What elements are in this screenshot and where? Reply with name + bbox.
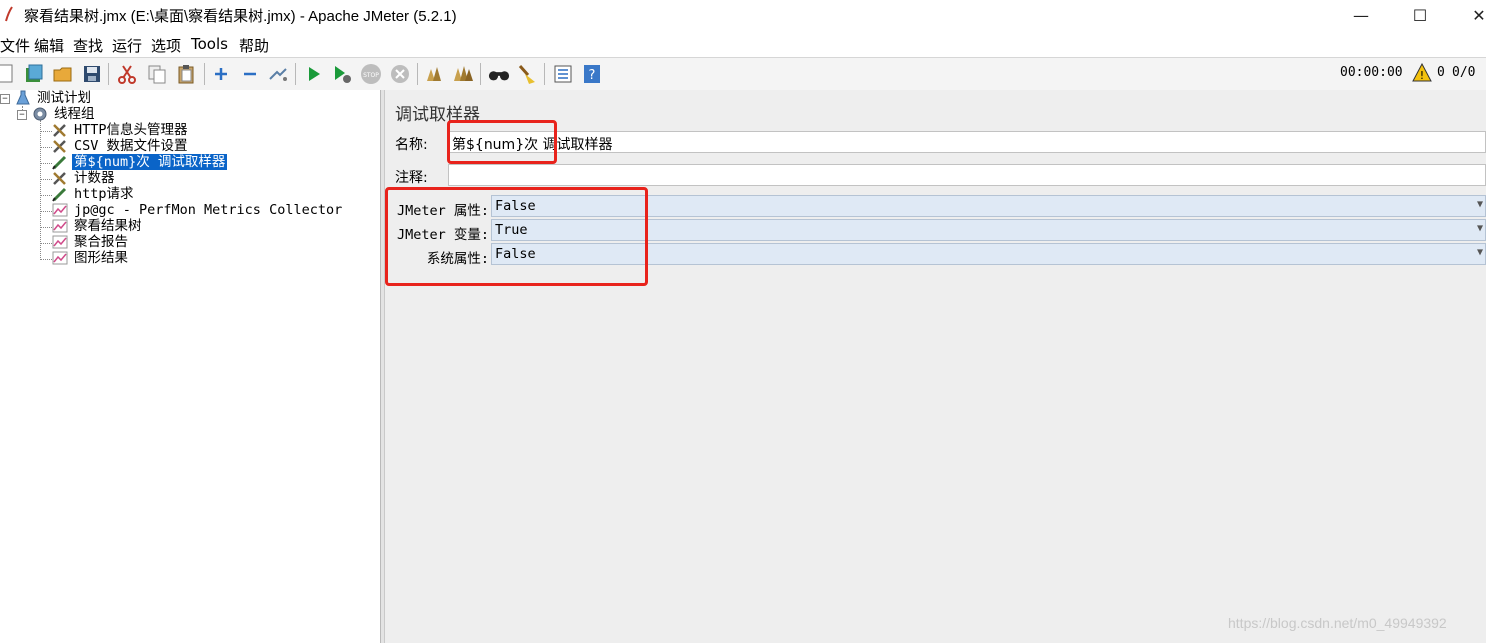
paste-icon[interactable] bbox=[175, 63, 197, 85]
copy-icon[interactable] bbox=[146, 63, 168, 85]
tree-collapse-toggle[interactable]: − bbox=[0, 94, 10, 104]
listener-graph-icon bbox=[51, 218, 69, 234]
menu-help[interactable]: 帮助 bbox=[239, 35, 269, 56]
maximize-button[interactable]: ☐ bbox=[1397, 0, 1443, 30]
warning-icon[interactable]: ! bbox=[1412, 63, 1432, 83]
menu-bar: 文件 编辑 查找 运行 选项 Tools 帮助 bbox=[0, 32, 1486, 56]
tree-item-perfmon-collector[interactable]: jp@gc - PerfMon Metrics Collector bbox=[51, 202, 344, 218]
tree-item-counter[interactable]: 计数器 bbox=[51, 170, 117, 186]
function-helper-icon[interactable] bbox=[552, 63, 574, 85]
comment-label: 注释: bbox=[395, 170, 428, 186]
start-icon[interactable] bbox=[303, 63, 325, 85]
sampler-pen-icon bbox=[51, 186, 69, 202]
elapsed-timer: 00:00:00 bbox=[1340, 65, 1403, 80]
listener-graph-icon bbox=[51, 250, 69, 266]
search-binoculars-icon[interactable] bbox=[488, 63, 510, 85]
tree-item-view-results-tree[interactable]: 察看结果树 bbox=[51, 218, 144, 234]
clear-all-icon[interactable] bbox=[452, 63, 474, 85]
stop-icon[interactable]: STOP bbox=[360, 63, 382, 85]
toggle-icon[interactable] bbox=[267, 63, 289, 85]
reset-search-broom-icon[interactable] bbox=[516, 63, 538, 85]
help-icon[interactable]: ? bbox=[581, 63, 603, 85]
tree-item-debug-sampler[interactable]: 第${num}次 调试取样器 bbox=[51, 153, 229, 171]
tree-item-http-header-manager[interactable]: HTTP信息头管理器 bbox=[51, 122, 190, 138]
highlight-name-box bbox=[447, 120, 557, 164]
window-title: 察看结果树.jmx (E:\桌面\察看结果树.jmx) - Apache JMe… bbox=[24, 8, 457, 25]
tree-item-csv-data-set[interactable]: CSV 数据文件设置 bbox=[51, 138, 190, 154]
cut-icon[interactable] bbox=[116, 63, 138, 85]
svg-text:STOP: STOP bbox=[363, 72, 379, 79]
tree-item-aggregate-report[interactable]: 聚合报告 bbox=[51, 234, 130, 250]
comment-field[interactable] bbox=[448, 164, 1486, 186]
open-icon[interactable] bbox=[52, 63, 74, 85]
name-label: 名称: bbox=[395, 137, 428, 153]
tree-item-thread-group[interactable]: 线程组 bbox=[31, 106, 97, 122]
sampler-pen-icon bbox=[51, 154, 69, 170]
config-element-wrench-icon bbox=[51, 170, 69, 186]
toolbar: STOP ? 00:00:00 ! 0 0/0 bbox=[0, 57, 1486, 91]
watermark: https://blog.csdn.net/m0_49949392 bbox=[1228, 615, 1447, 631]
svg-text:?: ? bbox=[589, 68, 596, 83]
tree-item-http-request[interactable]: http请求 bbox=[51, 186, 136, 202]
dropdown-arrow-icon: ▼ bbox=[1476, 199, 1483, 210]
thread-group-gear-icon bbox=[31, 106, 49, 122]
menu-tools[interactable]: Tools bbox=[191, 35, 228, 53]
shutdown-icon[interactable] bbox=[389, 63, 411, 85]
config-element-wrench-icon bbox=[51, 138, 69, 154]
menu-edit[interactable]: 编辑 bbox=[34, 35, 64, 56]
listener-graph-icon bbox=[51, 202, 69, 218]
config-element-wrench-icon bbox=[51, 122, 69, 138]
dropdown-arrow-icon: ▼ bbox=[1476, 247, 1483, 258]
tree-collapse-toggle[interactable]: − bbox=[17, 110, 27, 120]
title-bar: 察看结果树.jmx (E:\桌面\察看结果树.jmx) - Apache JMe… bbox=[0, 0, 1486, 30]
tree-item-test-plan[interactable]: 测试计划 bbox=[14, 90, 93, 106]
name-field[interactable]: 第${num}次 调试取样器 bbox=[448, 131, 1486, 153]
new-icon[interactable] bbox=[0, 63, 16, 85]
dropdown-arrow-icon: ▼ bbox=[1476, 223, 1483, 234]
templates-icon[interactable] bbox=[23, 63, 45, 85]
listener-graph-icon bbox=[51, 234, 69, 250]
menu-options[interactable]: 选项 bbox=[151, 35, 181, 56]
save-icon[interactable] bbox=[81, 63, 103, 85]
menu-search[interactable]: 查找 bbox=[73, 35, 103, 56]
highlight-properties-box bbox=[385, 187, 648, 286]
test-plan-tree: − − 测试计划 线程组 HTTP信息头管理器 CSV 数据文件设置 第${nu… bbox=[0, 90, 381, 643]
jmeter-feather-icon bbox=[5, 6, 13, 22]
debug-sampler-panel: 调试取样器 名称: 第${num}次 调试取样器 注释: JMeter 属性: … bbox=[385, 90, 1486, 643]
tree-item-graph-results[interactable]: 图形结果 bbox=[51, 250, 130, 266]
clear-icon[interactable] bbox=[423, 63, 445, 85]
menu-file[interactable]: 文件 bbox=[0, 35, 30, 56]
thread-count: 0/0 bbox=[1452, 65, 1476, 80]
minimize-button[interactable]: — bbox=[1338, 0, 1384, 30]
test-plan-icon bbox=[14, 90, 32, 106]
menu-run[interactable]: 运行 bbox=[112, 35, 142, 56]
close-button[interactable]: ✕ bbox=[1456, 0, 1486, 30]
error-count: 0 bbox=[1437, 65, 1445, 80]
collapse-all-icon[interactable] bbox=[239, 63, 261, 85]
svg-text:!: ! bbox=[1420, 69, 1424, 82]
expand-all-icon[interactable] bbox=[210, 63, 232, 85]
start-no-pauses-icon[interactable] bbox=[331, 63, 353, 85]
